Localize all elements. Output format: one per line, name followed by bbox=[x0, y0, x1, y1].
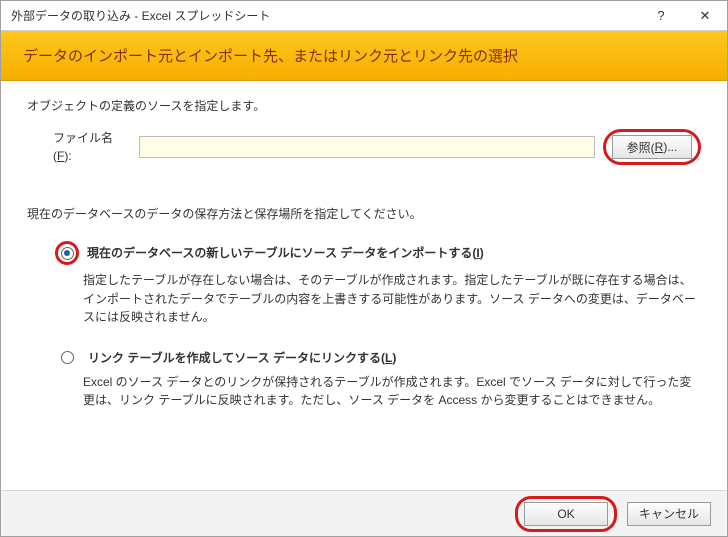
file-row: ファイル名(F): 参照(R)... bbox=[53, 129, 701, 165]
option-link-desc: Excel のソース データとのリンクが保持されるテーブルが作成されます。Exc… bbox=[83, 373, 701, 410]
header-band: データのインポート元とインポート先、またはリンク元とリンク先の選択 bbox=[1, 31, 727, 81]
object-source-label: オブジェクトの定義のソースを指定します。 bbox=[27, 97, 701, 115]
radio-import-highlight bbox=[55, 241, 79, 265]
cancel-button[interactable]: キャンセル bbox=[627, 502, 711, 526]
option-link-label[interactable]: リンク テーブルを作成してソース データにリンクする(L) bbox=[88, 349, 396, 367]
content-area: オブジェクトの定義のソースを指定します。 ファイル名(F): 参照(R)... … bbox=[1, 81, 727, 490]
titlebar: 外部データの取り込み - Excel スプレッドシート ? ✕ bbox=[1, 1, 727, 31]
radio-link[interactable] bbox=[61, 351, 74, 364]
browse-button[interactable]: 参照(R)... bbox=[612, 135, 692, 159]
option-link: リンク テーブルを作成してソース データにリンクする(L) Excel のソース… bbox=[55, 349, 701, 410]
dialog-window: 外部データの取り込み - Excel スプレッドシート ? ✕ データのインポー… bbox=[0, 0, 728, 537]
ok-button[interactable]: OK bbox=[524, 502, 608, 526]
header-title: データのインポート元とインポート先、またはリンク元とリンク先の選択 bbox=[23, 45, 518, 66]
option-import-label[interactable]: 現在のデータベースの新しいテーブルにソース データをインポートする(I) bbox=[87, 244, 484, 262]
close-button[interactable]: ✕ bbox=[683, 1, 727, 31]
storage-intro-label: 現在のデータベースのデータの保存方法と保存場所を指定してください。 bbox=[27, 205, 701, 223]
footer: OK キャンセル bbox=[1, 490, 727, 536]
browse-highlight: 参照(R)... bbox=[603, 129, 701, 165]
option-import-desc: 指定したテーブルが存在しない場合は、そのテーブルが作成されます。指定したテーブル… bbox=[83, 271, 701, 327]
option-import: 現在のデータベースの新しいテーブルにソース データをインポートする(I) 指定し… bbox=[55, 241, 701, 327]
file-name-label: ファイル名(F): bbox=[53, 129, 131, 165]
radio-import[interactable] bbox=[61, 247, 74, 260]
help-button[interactable]: ? bbox=[639, 1, 683, 31]
ok-highlight: OK bbox=[515, 496, 617, 532]
window-title: 外部データの取り込み - Excel スプレッドシート bbox=[11, 7, 270, 24]
file-name-input[interactable] bbox=[139, 136, 595, 158]
